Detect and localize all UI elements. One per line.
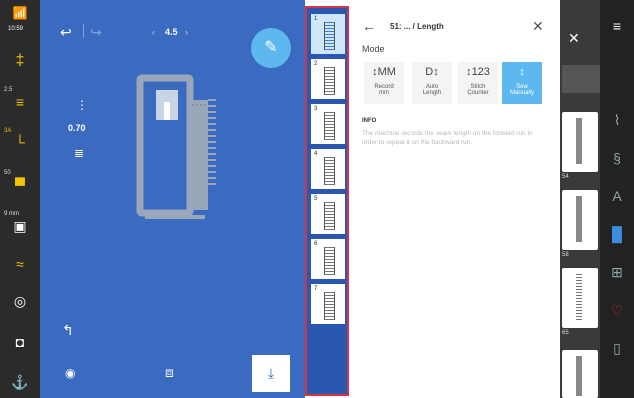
buttonhole-thumb-icon bbox=[324, 202, 335, 230]
pattern-icon[interactable]: ⌇ bbox=[600, 112, 634, 129]
buttonhole-icon bbox=[576, 274, 582, 320]
wifi-icon: 📶 bbox=[12, 6, 28, 20]
buttonhole-thumb-icon bbox=[324, 157, 335, 185]
mode-sew-manually[interactable]: ↕ Sew Manually bbox=[502, 62, 542, 104]
sequence-item[interactable]: 5 bbox=[311, 194, 345, 234]
buttonhole-icon[interactable]: █ bbox=[600, 226, 634, 242]
bottle-icon[interactable]: ▯ bbox=[600, 340, 634, 357]
buttonhole-thumb-icon bbox=[324, 112, 335, 140]
close-icon[interactable]: ✕ bbox=[532, 18, 544, 35]
mode-record-mm[interactable]: ↕MM Record mm bbox=[364, 62, 404, 104]
buttonhole-icon bbox=[576, 118, 582, 164]
stitch-width-value: 2.5 bbox=[4, 87, 13, 93]
mode-line2: mm bbox=[379, 90, 389, 96]
alphabet-icon[interactable]: A bbox=[600, 188, 634, 204]
sequence-number: 2 bbox=[314, 61, 318, 67]
download-icon: ⤓ bbox=[267, 365, 275, 381]
sew-manually-icon: ↕ bbox=[519, 66, 525, 78]
buttonhole-thumb-icon bbox=[324, 67, 335, 95]
download-button[interactable]: ⤓ bbox=[252, 355, 290, 392]
length-marker-icon: ≣ bbox=[74, 146, 85, 160]
buttonhole-thumb-icon bbox=[324, 292, 335, 320]
buttonhole-thumb-icon bbox=[324, 247, 335, 275]
length-panel: ← 51: ... / Length ✕ Mode ↕MM Record mm D↕… bbox=[350, 0, 560, 398]
feed-dog-icon[interactable]: ≈ bbox=[0, 256, 40, 272]
tension-icon[interactable]: └ bbox=[0, 134, 40, 150]
stitch-length-value: 4.5 bbox=[165, 27, 178, 37]
mode-line2: Counter bbox=[467, 90, 489, 96]
sequence-item[interactable]: 3 bbox=[311, 104, 345, 144]
quilt-icon[interactable]: ⊞ bbox=[600, 264, 634, 281]
stitch-canvas[interactable]: ↩ ↪ ‹ 4.5 › ✎ ⋮ 0.70 ≣ ↰ ◉ ⧈ ⤓ bbox=[40, 0, 305, 398]
eye-icon[interactable]: ◉ bbox=[65, 366, 75, 380]
stitch-counter-icon: ↕123 bbox=[466, 66, 490, 78]
record-mm-icon: ↕MM bbox=[372, 66, 396, 78]
mode-stitch-counter[interactable]: ↕123 Stitch Counter bbox=[458, 62, 498, 104]
mode-line2: Manually bbox=[509, 90, 534, 96]
mode-auto-length[interactable]: D↕ Auto Length bbox=[412, 62, 452, 104]
presser-foot-pressure-icon[interactable]: ▀ bbox=[0, 177, 40, 193]
layers-icon[interactable]: ⧈ bbox=[165, 364, 174, 381]
pattern-card[interactable]: 58 bbox=[562, 190, 598, 258]
buttonhole-thumb-icon bbox=[324, 22, 335, 50]
close-icon[interactable]: ✕ bbox=[568, 30, 580, 47]
heart-icon[interactable]: ♡ bbox=[600, 302, 634, 319]
sequence-number: 1 bbox=[314, 16, 318, 22]
stitch-plate-value: 9 mm bbox=[4, 211, 19, 217]
overlay-header bbox=[562, 65, 600, 93]
mode-label: Mode bbox=[362, 44, 385, 54]
sequence-item[interactable]: 1 bbox=[311, 14, 345, 54]
sequence-item[interactable]: 4 bbox=[311, 149, 345, 189]
reverse-icon[interactable]: ↰ bbox=[62, 322, 74, 339]
pattern-card[interactable] bbox=[562, 350, 598, 398]
sequence-item[interactable]: 6 bbox=[311, 239, 345, 279]
width-marker-icon: ⋮ bbox=[76, 98, 88, 112]
sequence-number: 3 bbox=[314, 106, 318, 112]
clock-time: 10:59 bbox=[8, 26, 24, 32]
pattern-card[interactable]: 65 bbox=[562, 268, 598, 336]
edit-button[interactable]: ✎ bbox=[251, 28, 291, 68]
buttonhole-icon bbox=[576, 356, 582, 396]
buttonhole-icon bbox=[576, 196, 582, 242]
card-label: 58 bbox=[562, 252, 569, 258]
card-label: 65 bbox=[562, 330, 569, 336]
needle-stop-icon[interactable]: ⚓ bbox=[0, 374, 40, 391]
info-text: The machine records the seam length on t… bbox=[362, 130, 533, 146]
pattern-card[interactable]: 54 bbox=[562, 112, 598, 180]
sequence-number: 7 bbox=[314, 286, 318, 292]
card-label: 54 bbox=[562, 174, 569, 180]
pattern-nav: ≡ ⌇ § A █ ⊞ ♡ ▯ bbox=[600, 0, 634, 398]
bobbin-icon[interactable]: ◎ bbox=[0, 293, 40, 310]
info-heading: INFO bbox=[362, 118, 377, 124]
decorative-icon[interactable]: § bbox=[600, 150, 634, 166]
mode-line2: Length bbox=[422, 90, 442, 96]
pencil-icon: ✎ bbox=[264, 39, 278, 56]
machine-settings-bar: 📶 10:59 ‡ 2.5 ≡ 3A └ 50 ▀ 9 mm ▣ ≈ ◎ ◘ ⚓ bbox=[0, 0, 40, 398]
sequence-item[interactable]: 2 bbox=[311, 59, 345, 99]
stitch-sequence-strip: 1 2 3 4 5 6 7 bbox=[305, 6, 349, 396]
sequence-number: 5 bbox=[314, 196, 318, 202]
buttonhole-preview bbox=[136, 74, 216, 219]
length-increase[interactable]: › bbox=[185, 27, 188, 37]
menu-icon[interactable]: ≡ bbox=[600, 18, 634, 34]
stitch-plate-icon[interactable]: ▣ bbox=[0, 218, 40, 235]
panel-title: 51: ... / Length bbox=[390, 22, 444, 31]
back-arrow-icon[interactable]: ← bbox=[362, 18, 376, 34]
auto-length-icon: D↕ bbox=[425, 66, 439, 78]
undo-icon[interactable]: ↩ bbox=[60, 24, 72, 41]
divider bbox=[83, 24, 84, 38]
sequence-number: 4 bbox=[314, 151, 318, 157]
needle-icon[interactable]: ‡ bbox=[0, 52, 40, 70]
stitch-width-icon[interactable]: ≡ bbox=[0, 94, 40, 110]
pressure-value: 50 bbox=[4, 170, 11, 176]
sequence-item[interactable]: 7 bbox=[311, 284, 345, 324]
side-value: 0.70 bbox=[68, 123, 86, 133]
presser-foot-icon[interactable]: ◘ bbox=[0, 334, 40, 350]
sequence-number: 6 bbox=[314, 241, 318, 247]
redo-icon[interactable]: ↪ bbox=[90, 24, 102, 41]
length-decrease[interactable]: ‹ bbox=[152, 27, 155, 37]
